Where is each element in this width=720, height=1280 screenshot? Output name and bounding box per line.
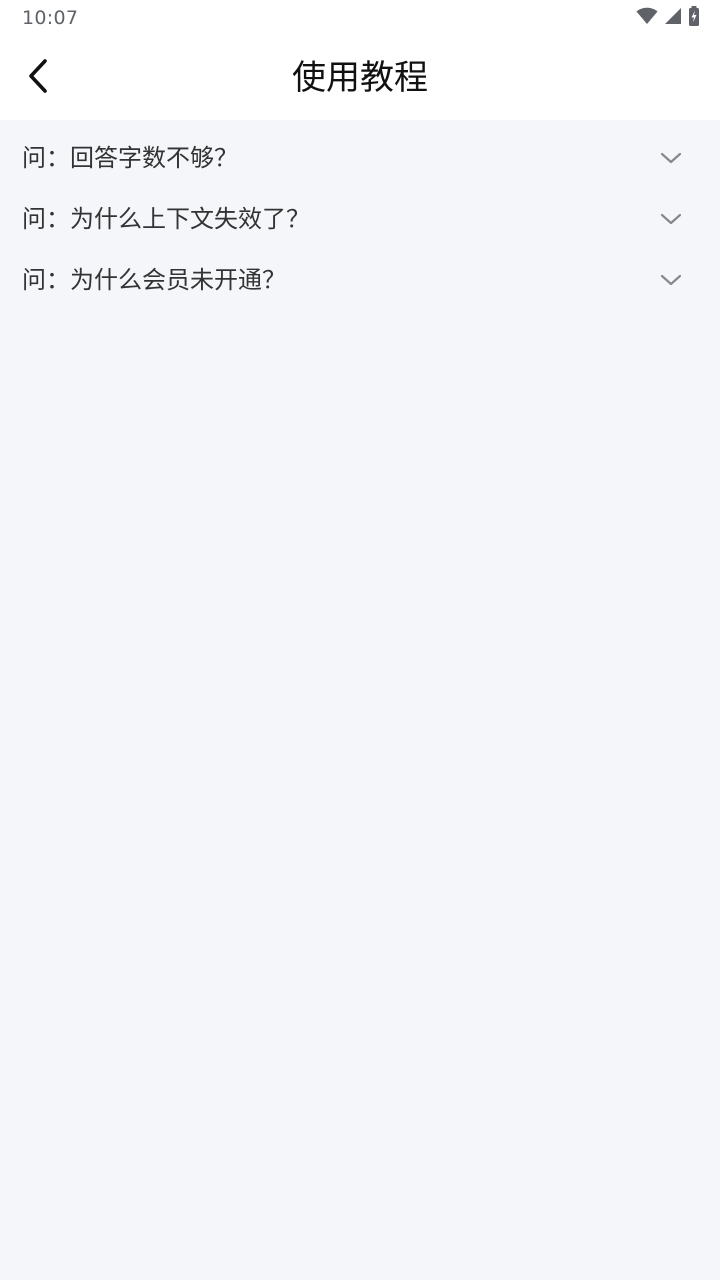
faq-item-word-count[interactable]: 问：回答字数不够？	[0, 128, 720, 189]
faq-list: 问：回答字数不够？ 问：为什么上下文失效了？ 问：为什么会员未开通？	[0, 128, 720, 311]
chevron-down-icon	[658, 268, 684, 292]
page-title: 使用教程	[292, 58, 428, 98]
app-bar: 使用教程	[0, 36, 720, 120]
status-icons	[636, 6, 700, 30]
signal-icon	[664, 7, 682, 29]
status-time: 10:07	[22, 7, 79, 29]
battery-charging-icon	[688, 6, 700, 30]
faq-question: 问：回答字数不够？	[22, 144, 238, 172]
chevron-down-icon	[658, 146, 684, 170]
wifi-icon	[636, 7, 658, 29]
faq-question: 问：为什么会员未开通？	[22, 266, 286, 294]
faq-question: 问：为什么上下文失效了？	[22, 205, 310, 233]
chevron-down-icon	[658, 207, 684, 231]
faq-item-membership-not-activated[interactable]: 问：为什么会员未开通？	[0, 250, 720, 311]
status-bar: 10:07	[0, 0, 720, 36]
faq-item-context-invalid[interactable]: 问：为什么上下文失效了？	[0, 189, 720, 250]
